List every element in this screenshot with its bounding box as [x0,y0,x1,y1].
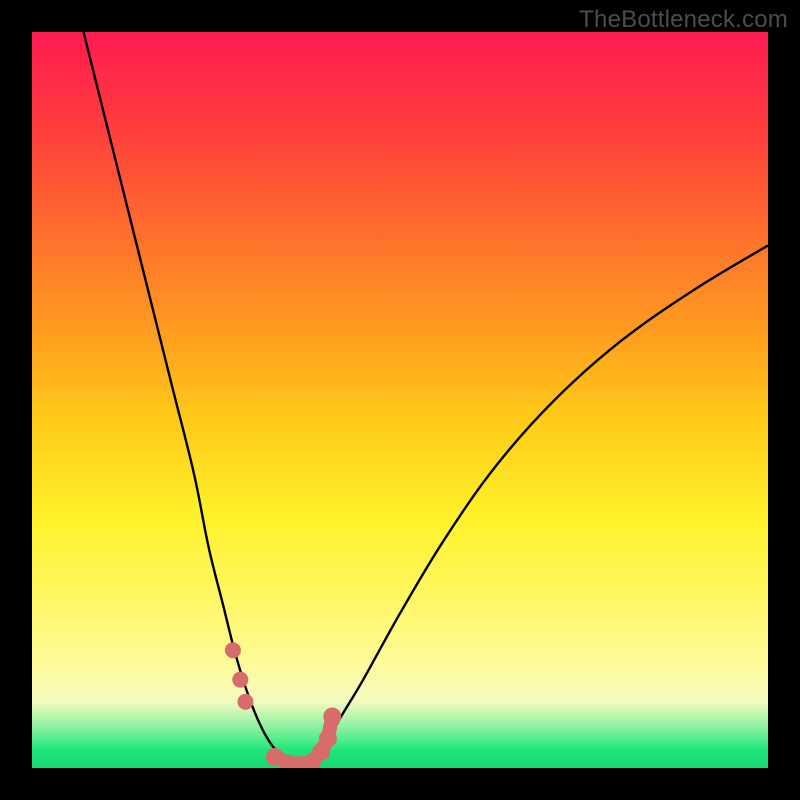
left-curve [84,32,301,768]
marker-dot [232,672,248,688]
chart-frame: TheBottleneck.com [0,0,800,800]
curve-group [84,32,768,768]
marker-group [225,642,341,768]
plot-area [32,32,768,768]
watermark-text: TheBottleneck.com [579,6,788,34]
right-curve [301,245,768,768]
marker-dot [323,707,341,725]
marker-dot [319,730,337,748]
marker-dot [225,642,241,658]
chart-svg [32,32,768,768]
marker-dot [237,694,253,710]
